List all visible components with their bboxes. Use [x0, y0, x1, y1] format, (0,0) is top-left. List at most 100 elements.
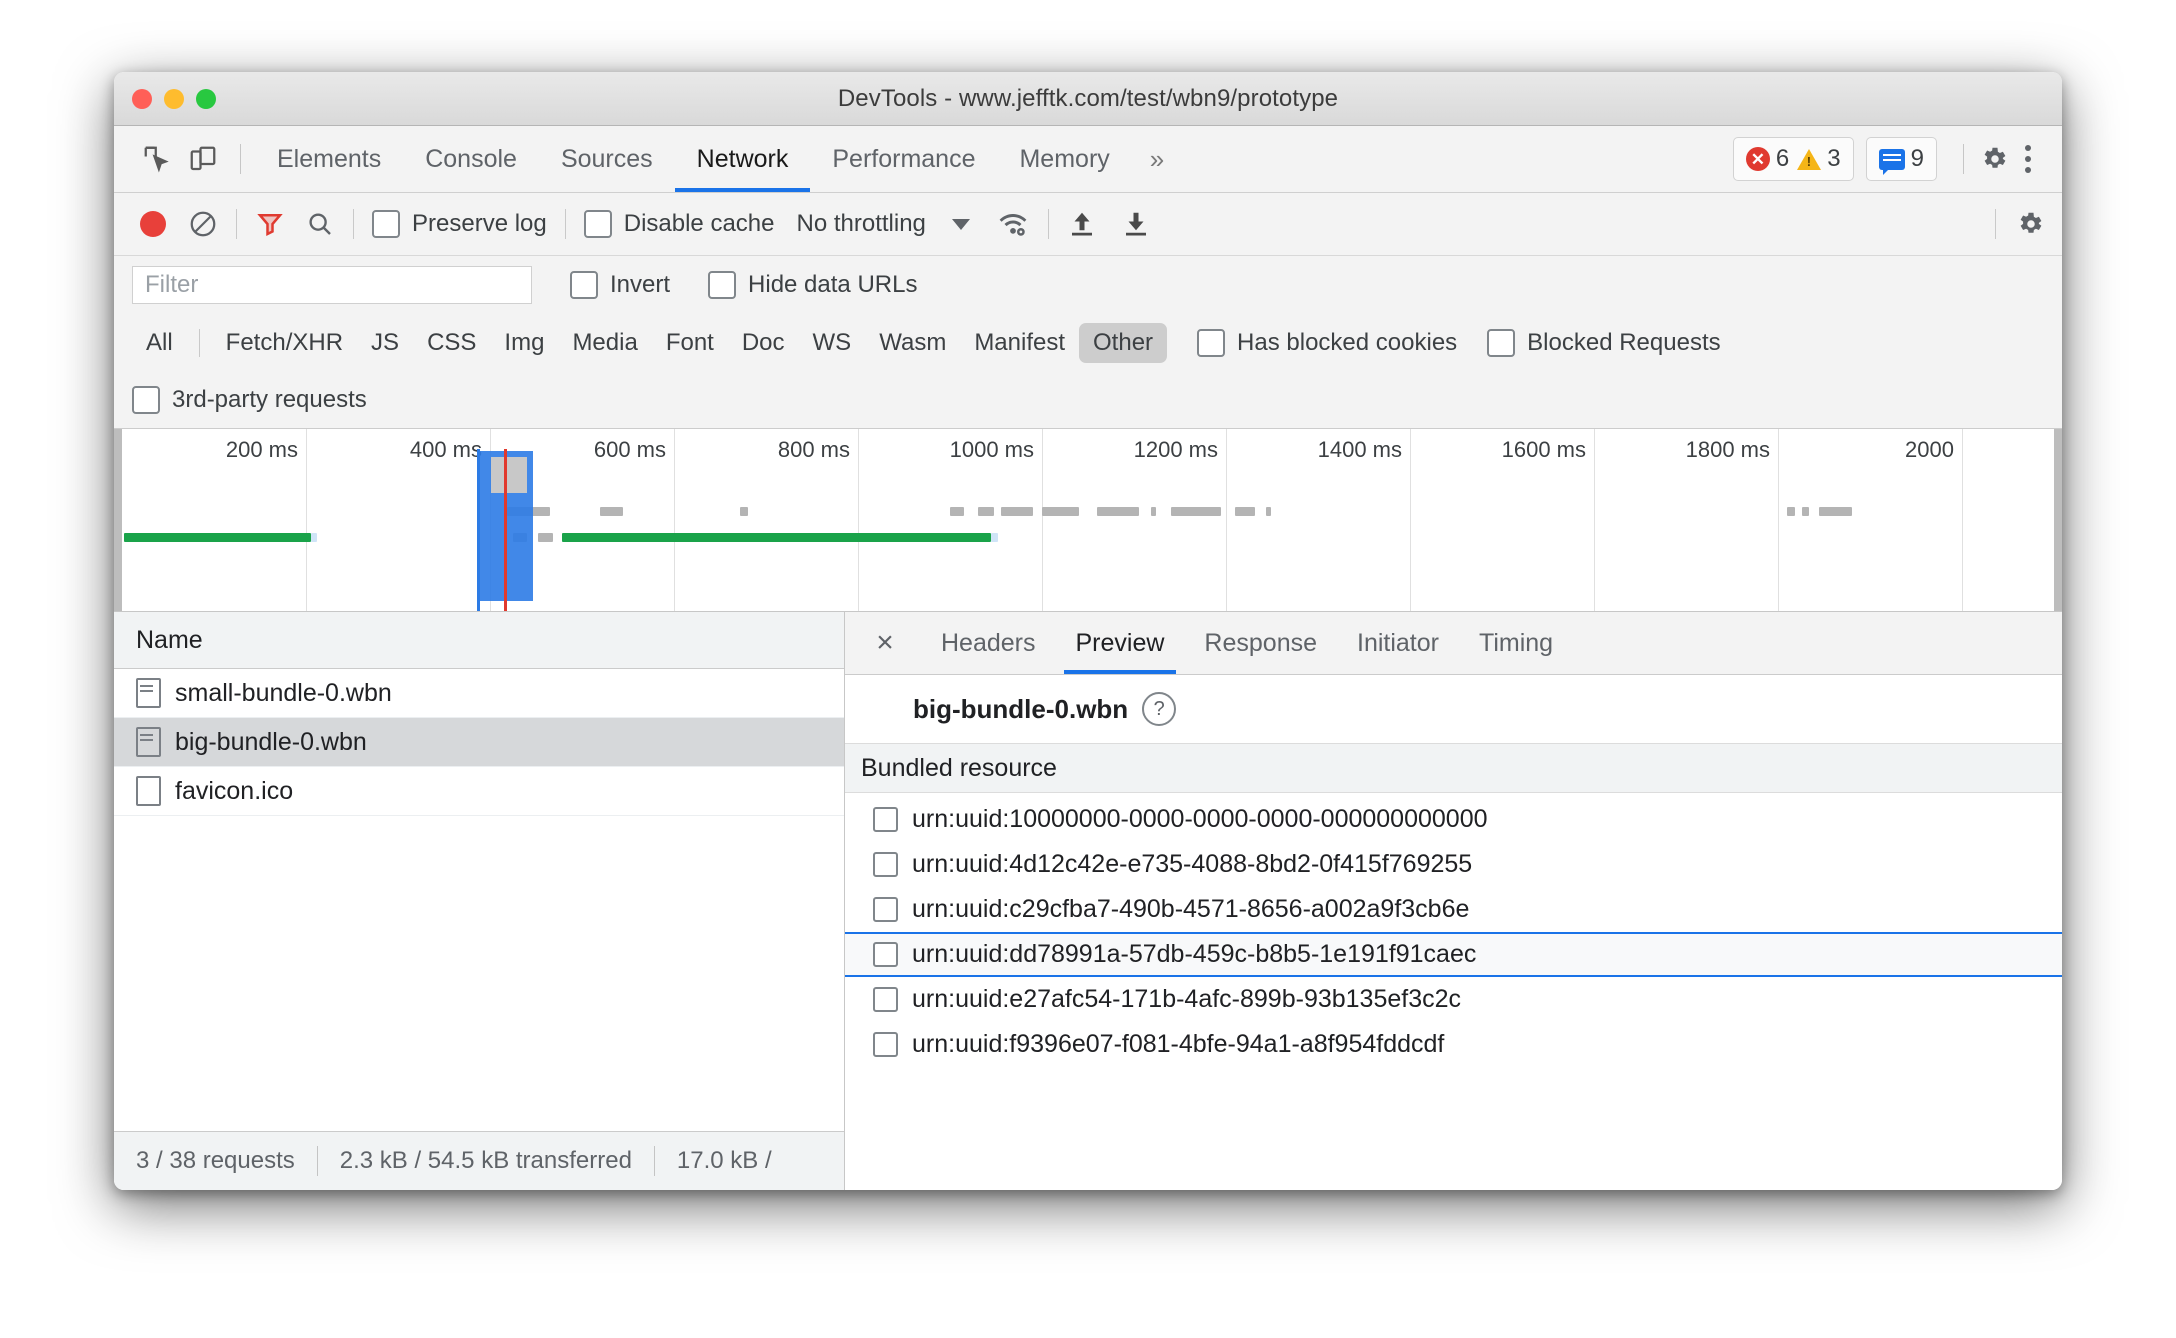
has-blocked-cookies-box[interactable]	[1197, 329, 1226, 357]
list-item[interactable]: urn:uuid:4d12c42e-e735-4088-8bd2-0f415f7…	[845, 842, 2062, 887]
table-row[interactable]: big-bundle-0.wbn	[114, 718, 844, 767]
invert-box[interactable]	[570, 271, 598, 299]
tab-preview[interactable]: Preview	[1056, 612, 1185, 674]
tab-sources[interactable]: Sources	[539, 126, 675, 192]
resource-checkbox[interactable]	[873, 897, 898, 922]
record-button[interactable]	[140, 211, 166, 237]
blocked-requests-checkbox[interactable]: Blocked Requests	[1487, 329, 1721, 357]
timeline-tick-label: 600 ms	[593, 437, 666, 462]
message-count: 9	[1910, 145, 1924, 172]
chip-manifest[interactable]: Manifest	[960, 323, 1079, 363]
resource-checkbox[interactable]	[873, 852, 898, 877]
tab-timing[interactable]: Timing	[1459, 612, 1573, 674]
chip-other[interactable]: Other	[1079, 323, 1168, 363]
document-icon	[136, 727, 161, 757]
throttling-select[interactable]: No throttling	[796, 210, 925, 238]
title-bar: DevTools - www.jefftk.com/test/wbn9/prot…	[114, 72, 2062, 126]
resource-checkbox[interactable]	[873, 1032, 898, 1057]
status-divider-2	[653, 1146, 655, 1176]
chip-css[interactable]: CSS	[413, 323, 490, 363]
hide-data-urls-checkbox[interactable]: Hide data URLs	[708, 271, 917, 299]
bundled-resource-header: Bundled resource	[845, 743, 2062, 793]
timeline-tick-label: 1000 ms	[949, 437, 1034, 462]
chip-img[interactable]: Img	[490, 323, 558, 363]
transferred-size: 2.3 kB / 54.5 kB transferred	[339, 1147, 632, 1174]
gear-icon[interactable]	[1978, 143, 2010, 175]
list-item[interactable]: urn:uuid:c29cfba7-490b-4571-8656-a002a9f…	[845, 887, 2062, 932]
preserve-log-checkbox[interactable]: Preserve log	[372, 210, 547, 238]
network-overview-timeline[interactable]: 200 ms 400 ms 600 ms 800 ms 1000 ms 1200 ms 14…	[114, 429, 2062, 612]
list-item[interactable]: urn:uuid:e27afc54-171b-4afc-899b-93b135e…	[845, 977, 2062, 1022]
tab-elements[interactable]: Elements	[255, 126, 403, 192]
chip-js[interactable]: JS	[357, 323, 413, 363]
chip-doc[interactable]: Doc	[728, 323, 799, 363]
resource-checkbox[interactable]	[873, 942, 898, 967]
warning-badge[interactable]: 3	[1797, 145, 1841, 173]
more-tabs-icon[interactable]: »	[1132, 144, 1182, 175]
list-item[interactable]: urn:uuid:10000000-0000-0000-0000-0000000…	[845, 797, 2062, 842]
issues-badges[interactable]: ✕ 6 3	[1732, 137, 1854, 181]
chevron-down-icon[interactable]	[951, 218, 970, 230]
close-window-button[interactable]	[132, 88, 152, 109]
filter-button[interactable]	[255, 209, 285, 239]
error-badge[interactable]: ✕ 6	[1745, 145, 1790, 173]
list-item[interactable]: urn:uuid:dd78991a-57db-459c-b8b5-1e191f9…	[845, 932, 2062, 977]
blocked-requests-box[interactable]	[1487, 329, 1516, 357]
chip-all[interactable]: All	[132, 323, 187, 363]
page-title: big-bundle-0.wbn	[913, 693, 1129, 724]
error-count: 6	[1775, 145, 1790, 172]
export-har-icon[interactable]	[1121, 208, 1151, 240]
table-row[interactable]: favicon.ico	[114, 767, 844, 816]
tab-response[interactable]: Response	[1184, 612, 1337, 674]
third-party-box[interactable]	[132, 386, 160, 414]
preserve-log-box[interactable]	[372, 210, 400, 238]
request-detail-panel: × Headers Preview Response Initiator Tim…	[845, 612, 2062, 1190]
invert-checkbox[interactable]: Invert	[570, 271, 670, 299]
timeline-request-bar	[1000, 507, 1033, 516]
table-row[interactable]: small-bundle-0.wbn	[114, 669, 844, 718]
inspect-element-icon[interactable]	[134, 136, 180, 182]
timeline-request-bar	[561, 533, 992, 542]
hide-data-urls-box[interactable]	[708, 271, 737, 299]
minimize-window-button[interactable]	[164, 88, 184, 109]
chip-divider	[198, 329, 200, 357]
clear-button[interactable]	[188, 209, 218, 239]
filter-input[interactable]: Filter	[132, 266, 532, 304]
timeline-request-bar	[1170, 507, 1222, 516]
third-party-requests-checkbox[interactable]: 3rd-party requests	[132, 386, 367, 414]
devtools-window: DevTools - www.jefftk.com/test/wbn9/prot…	[114, 72, 2062, 1190]
disable-cache-checkbox[interactable]: Disable cache	[583, 210, 774, 238]
disable-cache-box[interactable]	[583, 210, 612, 238]
tab-initiator[interactable]: Initiator	[1337, 612, 1459, 674]
device-toolbar-icon[interactable]	[180, 136, 226, 182]
request-column-header[interactable]: Name	[114, 612, 844, 669]
chip-font[interactable]: Font	[652, 323, 728, 363]
chip-wasm[interactable]: Wasm	[865, 323, 960, 363]
toolbar-divider-5	[1995, 209, 1996, 239]
network-settings-icon[interactable]	[2014, 208, 2046, 240]
overview-left-handle[interactable]	[114, 429, 122, 611]
resource-checkbox[interactable]	[873, 987, 898, 1012]
resource-checkbox[interactable]	[873, 807, 898, 832]
tab-memory[interactable]: Memory	[997, 126, 1131, 192]
tab-performance[interactable]: Performance	[810, 126, 997, 192]
messages-badge[interactable]: 9	[1865, 137, 1937, 181]
kebab-menu-icon[interactable]	[2010, 141, 2046, 177]
tab-headers[interactable]: Headers	[921, 612, 1056, 674]
timeline-request-bar	[1265, 507, 1272, 516]
chip-media[interactable]: Media	[558, 323, 651, 363]
network-conditions-icon[interactable]	[996, 209, 1030, 239]
close-icon[interactable]: ×	[863, 626, 907, 660]
help-icon[interactable]: ?	[1142, 692, 1177, 726]
list-item[interactable]: urn:uuid:f9396e07-f081-4bfe-94a1-a8f954f…	[845, 1022, 2062, 1067]
import-har-icon[interactable]	[1067, 208, 1097, 240]
chip-fetch-xhr[interactable]: Fetch/XHR	[212, 323, 357, 363]
tab-console[interactable]: Console	[403, 126, 539, 192]
tab-network[interactable]: Network	[674, 126, 811, 192]
overview-right-handle[interactable]	[2054, 429, 2062, 611]
timeline-gridline	[1594, 429, 1595, 611]
search-button[interactable]	[305, 209, 335, 239]
maximize-window-button[interactable]	[196, 88, 216, 109]
has-blocked-cookies-checkbox[interactable]: Has blocked cookies	[1197, 329, 1457, 357]
chip-ws[interactable]: WS	[799, 323, 866, 363]
